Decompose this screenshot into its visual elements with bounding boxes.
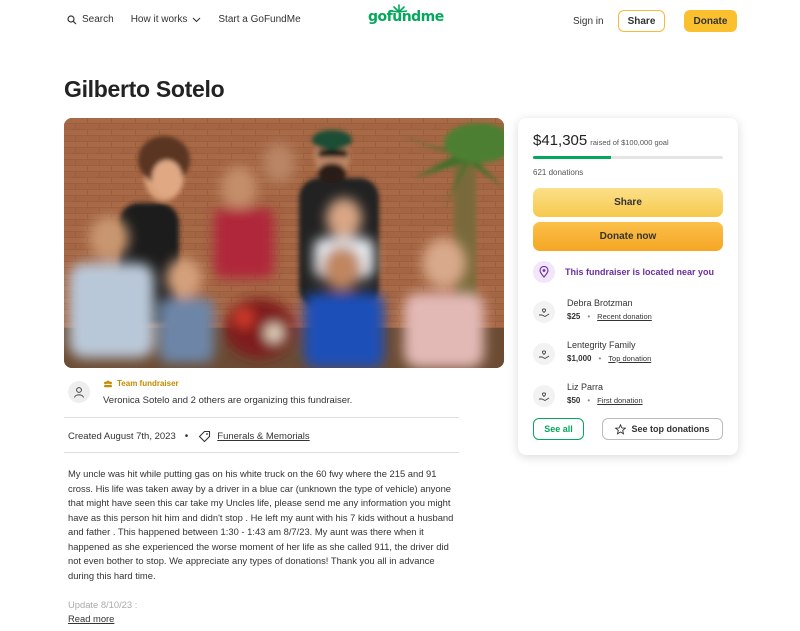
start-gofundme-link[interactable]: Start a GoFundMe bbox=[218, 14, 300, 25]
person-icon bbox=[74, 387, 84, 398]
donation-hand-icon bbox=[533, 385, 555, 407]
team-fundraiser-badge: Team fundraiser bbox=[103, 379, 179, 388]
search-label: Search bbox=[82, 14, 114, 25]
near-you-notice: This fundraiser is located near you bbox=[533, 261, 714, 283]
team-fundraiser-label: Team fundraiser bbox=[117, 379, 179, 388]
donation-hand-icon bbox=[533, 301, 555, 323]
donation-hand-icon bbox=[533, 343, 555, 365]
raised-summary: $41,305 raised of $100,000 goal bbox=[533, 132, 669, 149]
how-it-works-menu[interactable]: How it works bbox=[131, 14, 202, 25]
header-share-button[interactable]: Share bbox=[618, 10, 665, 32]
see-top-donations-button[interactable]: See top donations bbox=[602, 418, 723, 440]
donor-item: Liz Parra $50 • First donation bbox=[533, 382, 643, 407]
how-it-works-label: How it works bbox=[130, 14, 188, 25]
separator-dot: • bbox=[587, 396, 591, 405]
donation-card: $41,305 raised of $100,000 goal 621 dona… bbox=[518, 118, 738, 455]
header-donate-button[interactable]: Donate bbox=[684, 10, 737, 32]
donor-item: Debra Brotzman $25 • Recent donation bbox=[533, 298, 652, 323]
donor-name: Liz Parra bbox=[567, 382, 604, 392]
star-icon bbox=[615, 423, 627, 435]
raised-amount: $41,305 bbox=[533, 132, 588, 149]
created-row: Created August 7th, 2023 • Funerals & Me… bbox=[68, 430, 310, 443]
team-icon bbox=[104, 380, 112, 387]
tag-icon bbox=[198, 430, 211, 443]
campaign-photo bbox=[64, 118, 504, 368]
donation-type-link[interactable]: Top donation bbox=[608, 354, 651, 363]
donate-now-button[interactable]: Donate now bbox=[533, 222, 723, 251]
divider bbox=[64, 452, 459, 453]
donor-amount: $1,000 bbox=[567, 354, 592, 363]
goal-text: raised of $100,000 goal bbox=[590, 138, 669, 147]
donations-count: 621 donations bbox=[533, 168, 584, 177]
divider bbox=[64, 417, 459, 418]
separator-dot: • bbox=[184, 431, 189, 442]
near-you-text: This fundraiser is located near you bbox=[565, 267, 715, 277]
see-all-button[interactable]: See all bbox=[533, 418, 584, 440]
donor-name: Debra Brotzman bbox=[567, 298, 633, 308]
donation-type-link[interactable]: First donation bbox=[597, 396, 642, 405]
donor-name: Lentegrity Family bbox=[567, 340, 636, 350]
nav-left: Search How it works Start a GoFundMe bbox=[67, 14, 318, 25]
location-pin-icon bbox=[533, 261, 555, 283]
start-gofundme-label: Start a GoFundMe bbox=[218, 14, 301, 25]
progress-bar bbox=[533, 156, 723, 159]
donation-type-link[interactable]: Recent donation bbox=[597, 312, 652, 321]
created-date: Created August 7th, 2023 bbox=[68, 431, 176, 442]
separator-dot: • bbox=[598, 354, 602, 363]
donor-item: Lentegrity Family $1,000 • Top donation bbox=[533, 340, 651, 365]
sign-in-link[interactable]: Sign in bbox=[573, 16, 604, 27]
update-heading: Update 8/10/23 : bbox=[68, 599, 138, 610]
search-icon bbox=[67, 14, 77, 24]
campaign-story: My uncle was hit while putting gas on hi… bbox=[68, 468, 454, 581]
share-button[interactable]: Share bbox=[533, 188, 723, 217]
read-more-link[interactable]: Read more bbox=[68, 613, 114, 624]
donor-amount: $25 bbox=[567, 312, 581, 321]
search-link[interactable]: Search bbox=[67, 14, 114, 25]
progress-fill bbox=[533, 156, 612, 159]
site-header: Search How it works Start a GoFundMe gof… bbox=[0, 0, 800, 44]
category-link[interactable]: Funerals & Memorials bbox=[217, 431, 309, 442]
donor-amount: $50 bbox=[567, 396, 581, 405]
gofundme-logo[interactable]: gofundme bbox=[368, 4, 444, 25]
separator-dot: • bbox=[587, 312, 591, 321]
campaign-title: Gilberto Sotelo bbox=[64, 76, 225, 102]
organizer-text: Veronica Sotelo and 2 others are organiz… bbox=[103, 395, 353, 406]
chevron-down-icon bbox=[192, 17, 201, 22]
logo-sun-icon bbox=[390, 4, 408, 13]
organizer-avatar[interactable] bbox=[68, 381, 90, 403]
see-top-donations-label: See top donations bbox=[631, 424, 710, 434]
